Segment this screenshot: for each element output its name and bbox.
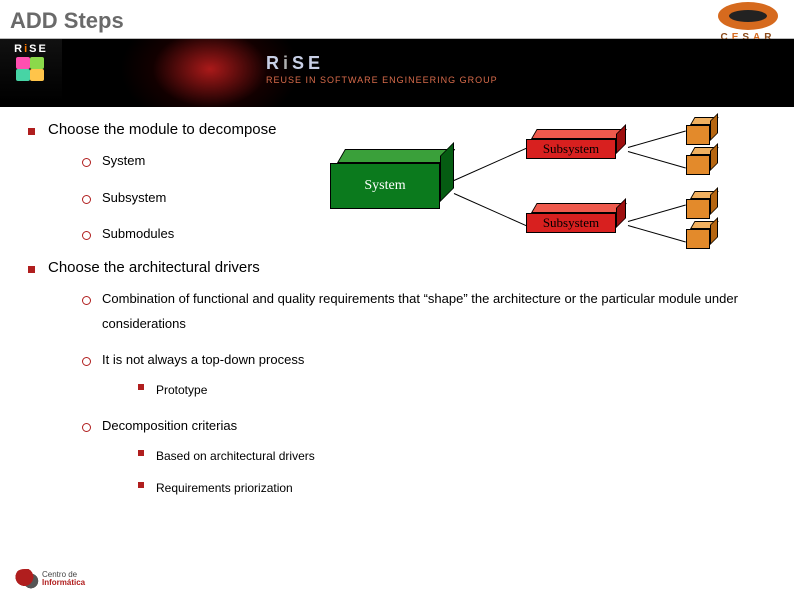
rise-badge: RiSE <box>0 39 62 101</box>
list-item: Subsystem <box>88 186 784 211</box>
slide-content: System Subsystem Subsystem Choose the mo… <box>0 107 794 500</box>
bullet-text: Based on architectural drivers <box>156 449 315 463</box>
bullet-text: System <box>102 153 145 168</box>
header-band: RiSE RiSE REUSE IN SOFTWARE ENGINEERING … <box>0 39 794 107</box>
band-tagline: REUSE IN SOFTWARE ENGINEERING GROUP <box>266 75 498 85</box>
list-item: Prototype <box>142 379 784 402</box>
slide-title: ADD Steps <box>0 0 794 38</box>
bullet-text: Submodules <box>102 226 174 241</box>
list-item: System <box>88 149 784 174</box>
list-item: Decomposition criterias Based on archite… <box>88 414 784 500</box>
bullet-text: Choose the module to decompose <box>48 121 276 138</box>
footer-text: Centro de Informática <box>42 571 85 587</box>
bullet-text: Prototype <box>156 383 207 397</box>
bullet-text: Requirements priorization <box>156 481 293 495</box>
eye-icon <box>718 2 778 30</box>
list-item: Combination of functional and quality re… <box>88 287 784 336</box>
rise-badge-text: RiSE <box>14 43 48 55</box>
footer-logo: Centro de Informática <box>14 569 85 589</box>
list-item: Submodules <box>88 222 784 247</box>
band-heading: RiSE <box>266 53 324 74</box>
bullet-list: Choose the module to decompose System Su… <box>10 121 784 500</box>
puzzle-icon <box>16 57 46 81</box>
right-logo: CESAR <box>718 2 778 43</box>
bullet-text: It is not always a top-down process <box>102 352 304 367</box>
list-item: Based on architectural drivers <box>142 445 784 468</box>
list-item: Choose the architectural drivers Combina… <box>34 259 784 500</box>
list-item: Choose the module to decompose System Su… <box>34 121 784 247</box>
list-item: It is not always a top-down process Prot… <box>88 348 784 401</box>
bullet-text: Choose the architectural drivers <box>48 259 260 276</box>
bullet-text: Decomposition criterias <box>102 418 237 433</box>
list-item: Requirements priorization <box>142 477 784 500</box>
footer-swirl-icon <box>14 569 40 589</box>
bullet-text: Subsystem <box>102 190 166 205</box>
bullet-text: Combination of functional and quality re… <box>102 291 738 331</box>
